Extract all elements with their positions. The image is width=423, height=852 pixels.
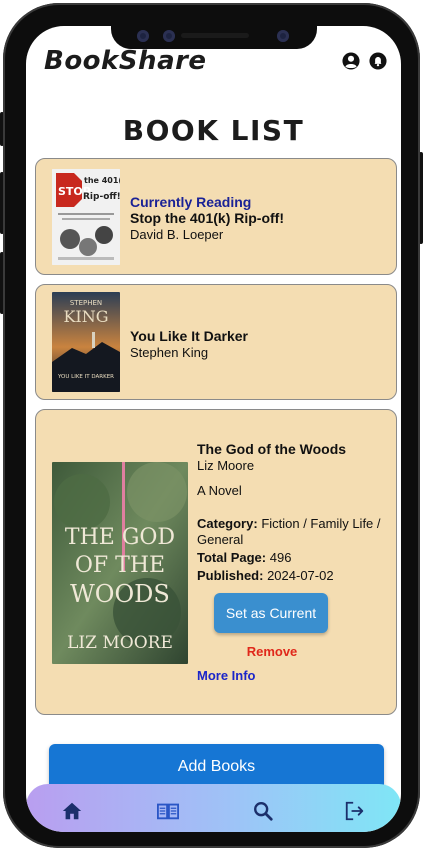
published-value: 2024-07-02 <box>267 568 334 583</box>
home-icon[interactable] <box>61 800 83 822</box>
camera-dot <box>277 30 289 42</box>
book-subtitle: A Novel <box>197 483 242 498</box>
camera-dot <box>163 30 175 42</box>
user-icon[interactable] <box>342 52 360 70</box>
currently-reading-label: Currently Reading <box>130 194 252 210</box>
cover-title-text: YOU LIKE IT DARKER <box>57 374 114 380</box>
book-title: The God of the Woods <box>197 441 347 457</box>
cover-title-line3: WOODS <box>70 580 170 608</box>
logout-icon[interactable] <box>344 800 366 822</box>
cover-line2-text: the 401(k) <box>84 176 120 185</box>
cover-title-line1: THE GOD <box>65 525 175 550</box>
speaker-grille <box>181 33 249 38</box>
book-card[interactable]: STOP the 401(k) Rip-off! Currently Readi… <box>35 158 397 275</box>
cover-author-first: STEPHEN <box>70 299 102 307</box>
book-cover: STEPHEN KING YOU LIKE IT DARKER <box>52 292 120 392</box>
book-cover-art: THE GOD OF THE WOODS LIZ MOORE <box>52 462 188 664</box>
bell-icon[interactable] <box>369 52 387 70</box>
book-cover-art: STEPHEN KING YOU LIKE IT DARKER <box>52 292 120 392</box>
search-icon[interactable] <box>252 800 274 822</box>
more-info-link[interactable]: More Info <box>197 668 256 683</box>
book-info: You Like It Darker Stephen King <box>130 328 390 361</box>
cover-title-line2: OF THE <box>75 553 165 578</box>
book-cover: THE GOD OF THE WOODS LIZ MOORE <box>52 462 188 664</box>
book-card-expanded[interactable]: THE GOD OF THE WOODS LIZ MOORE The God o… <box>35 409 397 715</box>
pages-label: Total Page: <box>197 550 267 565</box>
cover-author-last: KING <box>63 307 108 326</box>
book-published: Published: 2024-07-02 <box>197 568 392 584</box>
book-author: Stephen King <box>130 345 209 360</box>
category-label: Category: <box>197 516 258 531</box>
cover-line3-text: Rip-off! <box>83 192 120 202</box>
remove-button[interactable]: Remove <box>237 644 307 659</box>
book-pages: Total Page: 496 <box>197 550 392 566</box>
book-card[interactable]: STEPHEN KING YOU LIKE IT DARKER You Like… <box>35 284 397 400</box>
brand-logo[interactable]: BookShare <box>44 46 207 76</box>
phone-frame: BookShare BOOK LIST STOP the 401(k) <box>3 3 420 848</box>
book-cover: STOP the 401(k) Rip-off! <box>52 169 120 265</box>
cover-author-text: LIZ MOORE <box>67 633 173 653</box>
book-author: David B. Loeper <box>130 227 224 242</box>
app-screen: BookShare BOOK LIST STOP the 401(k) <box>26 26 401 832</box>
set-as-current-button[interactable]: Set as Current <box>214 593 328 633</box>
book-title: Stop the 401(k) Rip-off! <box>130 210 284 226</box>
phone-notch <box>111 23 317 49</box>
camera-dot <box>137 30 149 42</box>
book-cover-art: STOP the 401(k) Rip-off! <box>52 169 120 265</box>
published-label: Published: <box>197 568 264 583</box>
book-icon[interactable] <box>157 800 179 822</box>
page-title: BOOK LIST <box>122 114 305 147</box>
book-category: Category: Fiction / Family Life / Genera… <box>197 516 392 548</box>
bottom-nav <box>26 784 401 832</box>
book-author: Liz Moore <box>197 458 255 473</box>
book-info: Currently Reading Stop the 401(k) Rip-of… <box>130 194 390 243</box>
book-title: You Like It Darker <box>130 328 249 344</box>
pages-value: 496 <box>269 550 292 565</box>
book-info: The God of the Woods Liz Moore A Novel C… <box>197 441 392 584</box>
